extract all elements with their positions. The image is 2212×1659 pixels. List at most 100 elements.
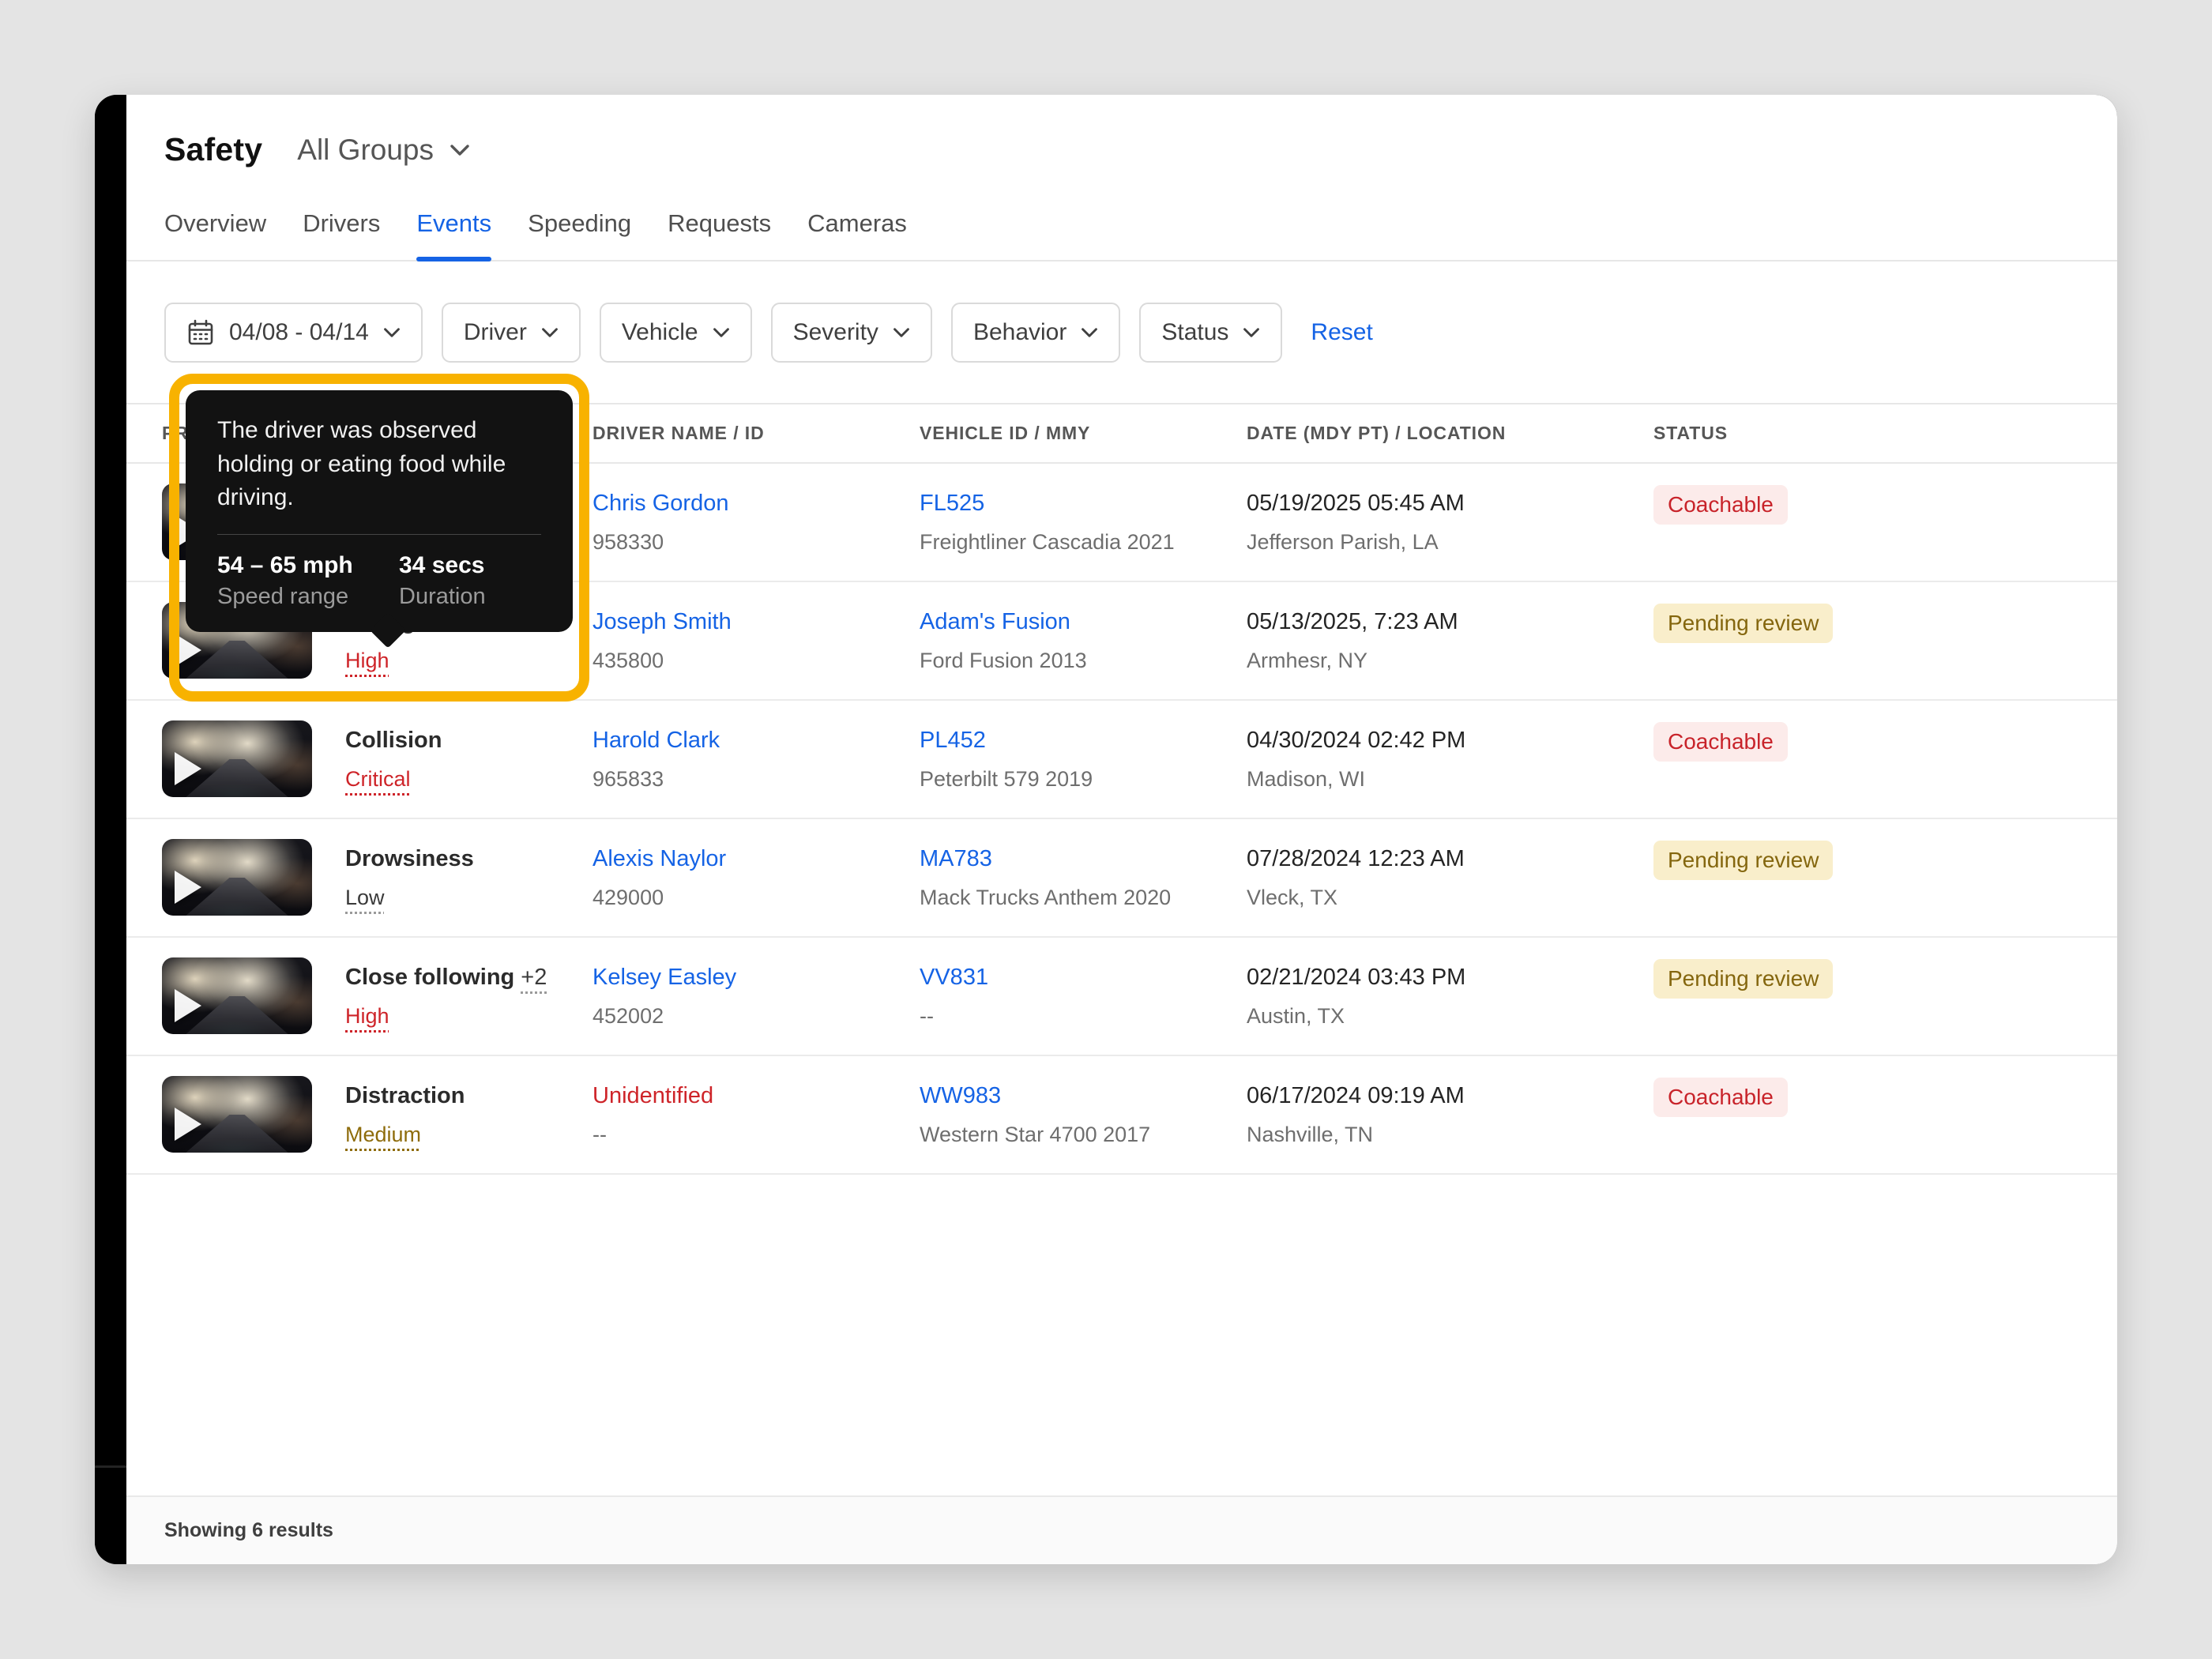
severity-filter[interactable]: Severity <box>770 303 932 363</box>
tab-bar: Overview Drivers Events Speeding Request… <box>126 208 2117 261</box>
tab-cameras[interactable]: Cameras <box>807 208 907 260</box>
severity-filter-label: Severity <box>792 319 878 345</box>
driver-name-link[interactable]: Alexis Naylor <box>592 846 920 872</box>
reset-filters-button[interactable]: Reset <box>1311 319 1372 346</box>
event-location: Madison, WI <box>1247 767 1366 792</box>
tab-events[interactable]: Events <box>416 208 491 261</box>
driver-cell: Kelsey Easley 452002 <box>592 938 920 1055</box>
status-badge: Pending review <box>1653 841 1834 881</box>
table-row[interactable]: Close following +2 High Kelsey Easley 452… <box>126 938 2117 1056</box>
vehicle-cell: Adam's Fusion Ford Fusion 2013 <box>920 582 1247 699</box>
play-icon <box>175 989 201 1022</box>
vehicle-id-link[interactable]: WW983 <box>920 1083 1247 1109</box>
date-cell: 07/28/2024 12:23 AM Vleck, TX <box>1247 819 1653 936</box>
event-video-thumbnail[interactable] <box>162 1076 312 1153</box>
event-video-thumbnail[interactable] <box>162 602 312 679</box>
driver-filter[interactable]: Driver <box>441 303 581 363</box>
behavior-filter-label: Behavior <box>972 319 1067 345</box>
status-badge: Pending review <box>1653 959 1834 999</box>
event-location: Austin, TX <box>1247 1004 1345 1029</box>
severity-label[interactable]: High <box>345 1004 389 1029</box>
severity-label[interactable]: Critical <box>345 767 411 792</box>
status-cell: Pending review <box>1653 582 2117 699</box>
vehicle-id-link[interactable]: MA783 <box>920 846 1247 872</box>
driver-id: 429000 <box>592 886 664 910</box>
main-content: Safety All Groups Overview Drivers Event… <box>126 95 2117 1564</box>
group-selector[interactable]: All Groups <box>297 134 470 167</box>
severity-label[interactable]: Medium <box>345 1123 421 1147</box>
collapsed-sidebar <box>95 95 126 1564</box>
status-filter-label: Status <box>1161 319 1229 345</box>
date-cell: 05/19/2025 05:45 AM Jefferson Parish, LA <box>1247 464 1653 581</box>
table-row[interactable]: Drowsiness Low Alexis Naylor 429000 MA78… <box>126 819 2117 938</box>
tab-overview[interactable]: Overview <box>164 208 266 260</box>
vehicle-filter[interactable]: Vehicle <box>599 303 752 363</box>
vehicle-mmy: Western Star 4700 2017 <box>920 1123 1151 1147</box>
app-window: Safety All Groups Overview Drivers Event… <box>95 95 2117 1564</box>
event-date: 06/17/2024 09:19 AM <box>1247 1083 1465 1108</box>
vehicle-cell: MA783 Mack Trucks Anthem 2020 <box>920 819 1247 936</box>
play-icon <box>175 871 201 904</box>
table-row[interactable]: Eating High Joseph Smith 435800 Adam's F… <box>126 582 2117 701</box>
tab-speeding[interactable]: Speeding <box>528 208 631 260</box>
behavior-filter[interactable]: Behavior <box>950 303 1121 363</box>
event-video-thumbnail[interactable] <box>162 957 312 1034</box>
behavior-cell: Drowsiness Low <box>162 819 592 936</box>
vehicle-mmy: -- <box>920 1004 934 1029</box>
behavior-label: Close following +2 <box>345 965 547 990</box>
behavior-cell: Eating High <box>162 582 592 699</box>
event-date: 05/13/2025, 7:23 AM <box>1247 609 1458 634</box>
event-date: 07/28/2024 12:23 AM <box>1247 846 1465 871</box>
table-row[interactable]: Chris Gordon 958330 FL525 Freightliner C… <box>126 464 2117 582</box>
status-cell: Coachable <box>1653 464 2117 581</box>
play-icon <box>175 752 201 785</box>
vehicle-id-link[interactable]: VV831 <box>920 965 1247 991</box>
event-location: Vleck, TX <box>1247 886 1338 910</box>
event-video-thumbnail[interactable] <box>162 720 312 797</box>
event-date: 05/19/2025 05:45 AM <box>1247 491 1465 516</box>
event-video-thumbnail[interactable] <box>162 483 312 560</box>
table-row[interactable]: Collision Critical Harold Clark 965833 P… <box>126 701 2117 819</box>
table-footer: Showing 6 results <box>126 1495 2117 1564</box>
calendar-icon <box>188 319 213 345</box>
date-cell: 05/13/2025, 7:23 AM Armhesr, NY <box>1247 582 1653 699</box>
chevron-down-icon <box>893 328 909 337</box>
driver-name-link[interactable]: Harold Clark <box>592 728 920 754</box>
severity-label[interactable]: High <box>345 649 389 673</box>
driver-id: 452002 <box>592 1004 664 1029</box>
behavior-label: Eating <box>345 609 416 634</box>
column-header-status: STATUS <box>1653 423 1728 443</box>
vehicle-id-link[interactable]: FL525 <box>920 491 1247 517</box>
play-icon <box>175 515 201 548</box>
tab-drivers[interactable]: Drivers <box>303 208 380 260</box>
driver-name-link[interactable]: Joseph Smith <box>592 609 920 635</box>
column-header-preview-behavior: PREVIEW / BEHAVIOR <box>162 423 369 443</box>
table-row[interactable]: Distraction Medium Unidentified -- WW983… <box>126 1056 2117 1175</box>
vehicle-id-link[interactable]: Adam's Fusion <box>920 609 1247 635</box>
date-range-label: 04/08 - 04/14 <box>229 319 369 345</box>
vehicle-mmy: Freightliner Cascadia 2021 <box>920 530 1175 555</box>
driver-cell: Chris Gordon 958330 <box>592 464 920 581</box>
behavior-extra-count[interactable]: +2 <box>521 965 547 990</box>
chevron-down-icon <box>541 328 558 337</box>
driver-name-unidentified: Unidentified <box>592 1083 714 1108</box>
driver-id: 958330 <box>592 530 664 555</box>
driver-name-link[interactable]: Chris Gordon <box>592 491 920 517</box>
status-cell: Coachable <box>1653 701 2117 818</box>
vehicle-id-link[interactable]: PL452 <box>920 728 1247 754</box>
status-cell: Pending review <box>1653 819 2117 936</box>
driver-cell: Unidentified -- <box>592 1056 920 1173</box>
page-title: Safety <box>164 131 263 167</box>
status-filter[interactable]: Status <box>1139 303 1283 363</box>
chevron-down-icon <box>1082 328 1098 337</box>
date-range-filter[interactable]: 04/08 - 04/14 <box>164 303 423 363</box>
tab-requests[interactable]: Requests <box>668 208 771 260</box>
driver-id: 965833 <box>592 767 664 792</box>
driver-name-link[interactable]: Kelsey Easley <box>592 965 920 991</box>
sidebar-divider <box>95 1465 126 1468</box>
date-cell: 02/21/2024 03:43 PM Austin, TX <box>1247 938 1653 1055</box>
event-video-thumbnail[interactable] <box>162 839 312 916</box>
severity-label[interactable]: Low <box>345 886 385 910</box>
behavior-cell: Collision Critical <box>162 701 592 818</box>
date-cell: 04/30/2024 02:42 PM Madison, WI <box>1247 701 1653 818</box>
